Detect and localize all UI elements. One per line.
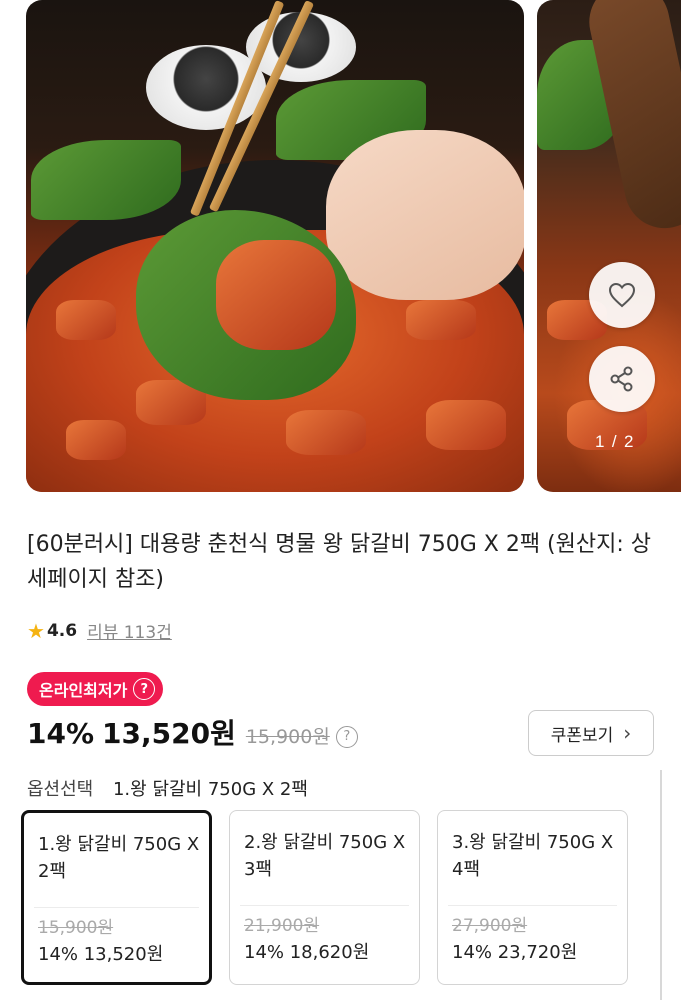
option-divider bbox=[448, 905, 617, 906]
coupon-button-label: 쿠폰보기 bbox=[550, 725, 614, 746]
product-image-carousel[interactable]: 1 / 2 bbox=[0, 0, 681, 498]
option-label: 옵션선택 bbox=[27, 779, 94, 800]
coupon-button[interactable]: 쿠폰보기 › bbox=[528, 710, 654, 756]
page-current: 1 bbox=[595, 432, 606, 451]
option-original-price: 21,900원 bbox=[244, 916, 320, 936]
option-name: 3.왕 닭갈비 750G X 4팩 bbox=[452, 832, 614, 880]
option-selection-header: 옵션선택 1.왕 닭갈비 750G X 2팩 bbox=[27, 775, 308, 801]
product-image-main[interactable] bbox=[26, 0, 524, 492]
rating-score: 4.6 bbox=[46, 620, 78, 641]
option-divider bbox=[34, 907, 199, 908]
option-price: 14% 23,720원 bbox=[452, 942, 578, 963]
option-divider bbox=[240, 905, 409, 906]
option-selected-value: 1.왕 닭갈비 750G X 2팩 bbox=[112, 779, 308, 800]
carousel-page-indicator: 1 / 2 bbox=[595, 432, 634, 452]
question-icon[interactable]: ? bbox=[133, 678, 156, 700]
share-icon bbox=[610, 366, 633, 392]
option-original-price: 27,900원 bbox=[452, 916, 528, 936]
heart-icon bbox=[608, 282, 636, 308]
wishlist-button[interactable] bbox=[589, 262, 655, 328]
scrollbar[interactable] bbox=[660, 770, 662, 1000]
page-separator: / bbox=[611, 432, 618, 451]
option-name: 2.왕 닭갈비 750G X 3팩 bbox=[244, 832, 406, 880]
option-card-3[interactable]: 3.왕 닭갈비 750G X 4팩 27,900원 14% 23,720원 bbox=[437, 810, 628, 985]
option-original-price: 15,900원 bbox=[38, 918, 114, 938]
option-price: 14% 13,520원 bbox=[38, 944, 164, 965]
option-price: 14% 18,620원 bbox=[244, 942, 370, 963]
price-row: 14% 13,520원 15,900원 ? bbox=[27, 712, 358, 752]
product-image-next[interactable] bbox=[537, 0, 681, 492]
option-card-2[interactable]: 2.왕 닭갈비 750G X 3팩 21,900원 14% 18,620원 bbox=[229, 810, 420, 985]
review-count-link[interactable]: 리뷰 113건 bbox=[87, 618, 172, 643]
product-title: [60분러시] 대용량 춘천식 명물 왕 닭갈비 750G X 2팩 (원산지:… bbox=[27, 532, 651, 592]
share-button[interactable] bbox=[589, 346, 655, 412]
lowest-price-badge[interactable]: 온라인최저가 ? bbox=[27, 672, 164, 706]
sale-price: 13,520원 bbox=[102, 717, 236, 750]
page-total: 2 bbox=[624, 432, 635, 451]
star-icon: ★ bbox=[27, 618, 45, 643]
product-rating: ★ 4.6 리뷰 113건 bbox=[27, 618, 172, 644]
badge-label: 온라인최저가 bbox=[39, 681, 128, 700]
discount-rate: 14% bbox=[27, 717, 95, 750]
option-name: 1.왕 닭갈비 750G X 2팩 bbox=[38, 834, 200, 882]
chevron-right-icon: › bbox=[623, 721, 632, 745]
option-card-1[interactable]: 1.왕 닭갈비 750G X 2팩 15,900원 14% 13,520원 bbox=[21, 810, 212, 985]
original-price: 15,900원 bbox=[245, 726, 330, 748]
info-icon[interactable]: ? bbox=[335, 725, 358, 748]
